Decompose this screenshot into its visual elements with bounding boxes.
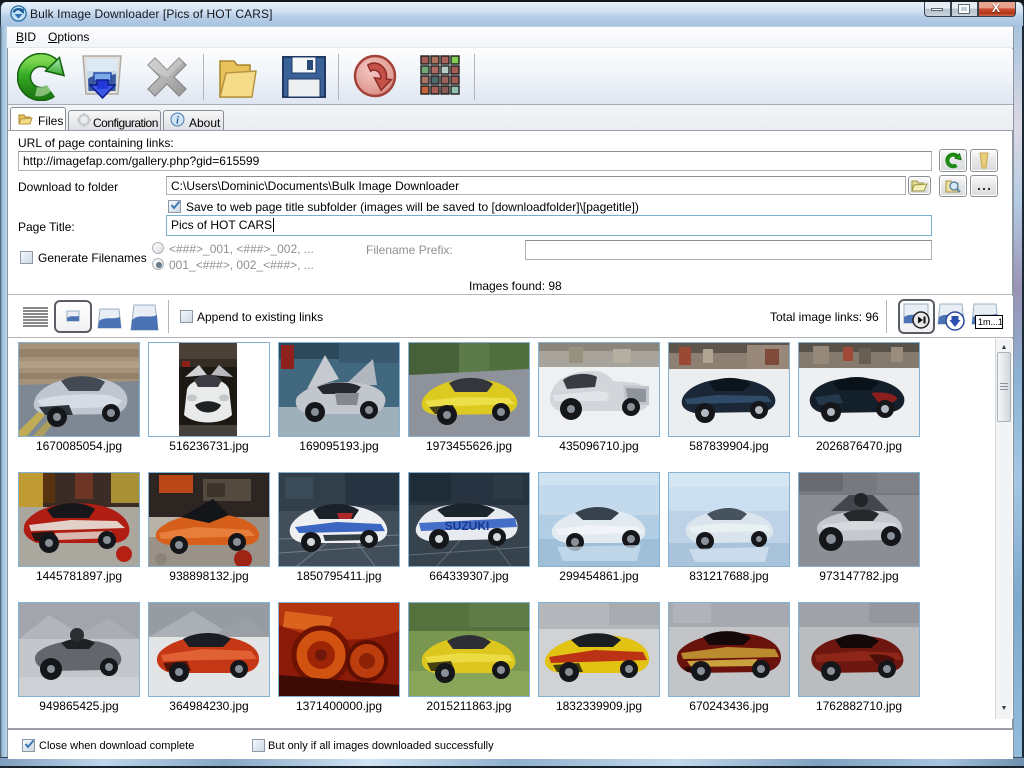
- svg-text:i: i: [176, 116, 179, 127]
- svg-text:SUZUKI: SUZUKI: [445, 519, 490, 533]
